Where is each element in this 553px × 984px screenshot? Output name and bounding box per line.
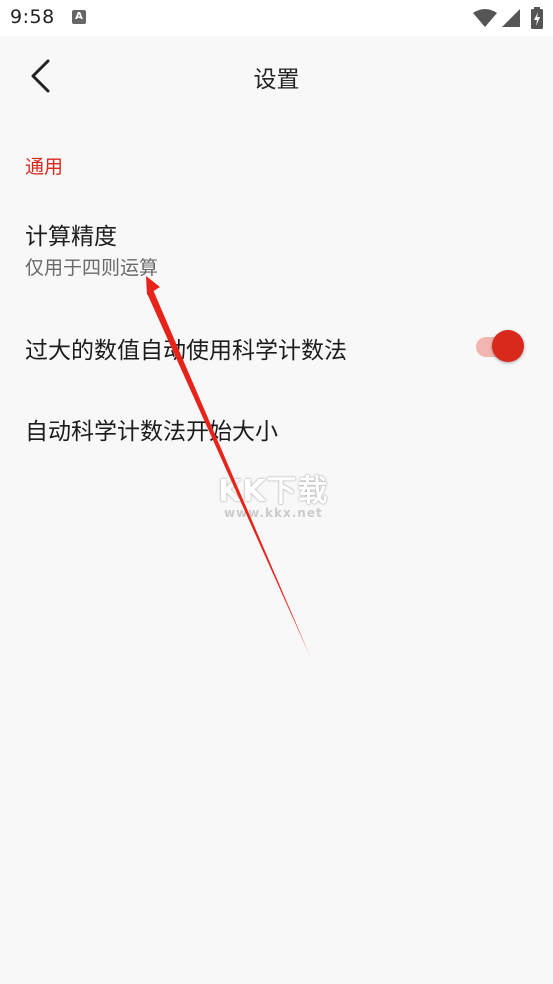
scientific-notation-toggle[interactable] bbox=[472, 327, 526, 363]
setting-title: 过大的数值自动使用科学计数法 bbox=[25, 338, 347, 364]
setting-subtitle: 仅用于四则运算 bbox=[25, 257, 159, 279]
setting-scientific-notation-start-size[interactable]: 自动科学计数法开始大小 bbox=[0, 394, 553, 466]
app-bar: 设置 bbox=[0, 36, 553, 116]
signal-icon bbox=[502, 9, 520, 27]
setting-title: 自动科学计数法开始大小 bbox=[25, 419, 278, 445]
annotation-arrow bbox=[146, 276, 310, 656]
status-bar: 9:58 A bbox=[0, 0, 553, 36]
page-title: 设置 bbox=[253, 67, 300, 93]
notification-a-icon: A bbox=[72, 10, 86, 24]
section-header-general: 通用 bbox=[25, 156, 64, 178]
setting-auto-scientific-notation[interactable]: 过大的数值自动使用科学计数法 bbox=[0, 310, 553, 382]
wifi-icon bbox=[473, 9, 497, 27]
watermark: KK下载 www.kkx.net bbox=[200, 466, 360, 530]
setting-calculation-precision[interactable]: 计算精度 仅用于四则运算 bbox=[0, 206, 553, 288]
toggle-thumb bbox=[492, 330, 524, 362]
watermark-url: www.kkx.net bbox=[224, 506, 323, 520]
battery-charging-icon bbox=[531, 7, 543, 29]
setting-title: 计算精度 bbox=[25, 224, 117, 250]
watermark-logo: KK下载 bbox=[218, 474, 329, 509]
status-time: 9:58 bbox=[10, 6, 55, 28]
